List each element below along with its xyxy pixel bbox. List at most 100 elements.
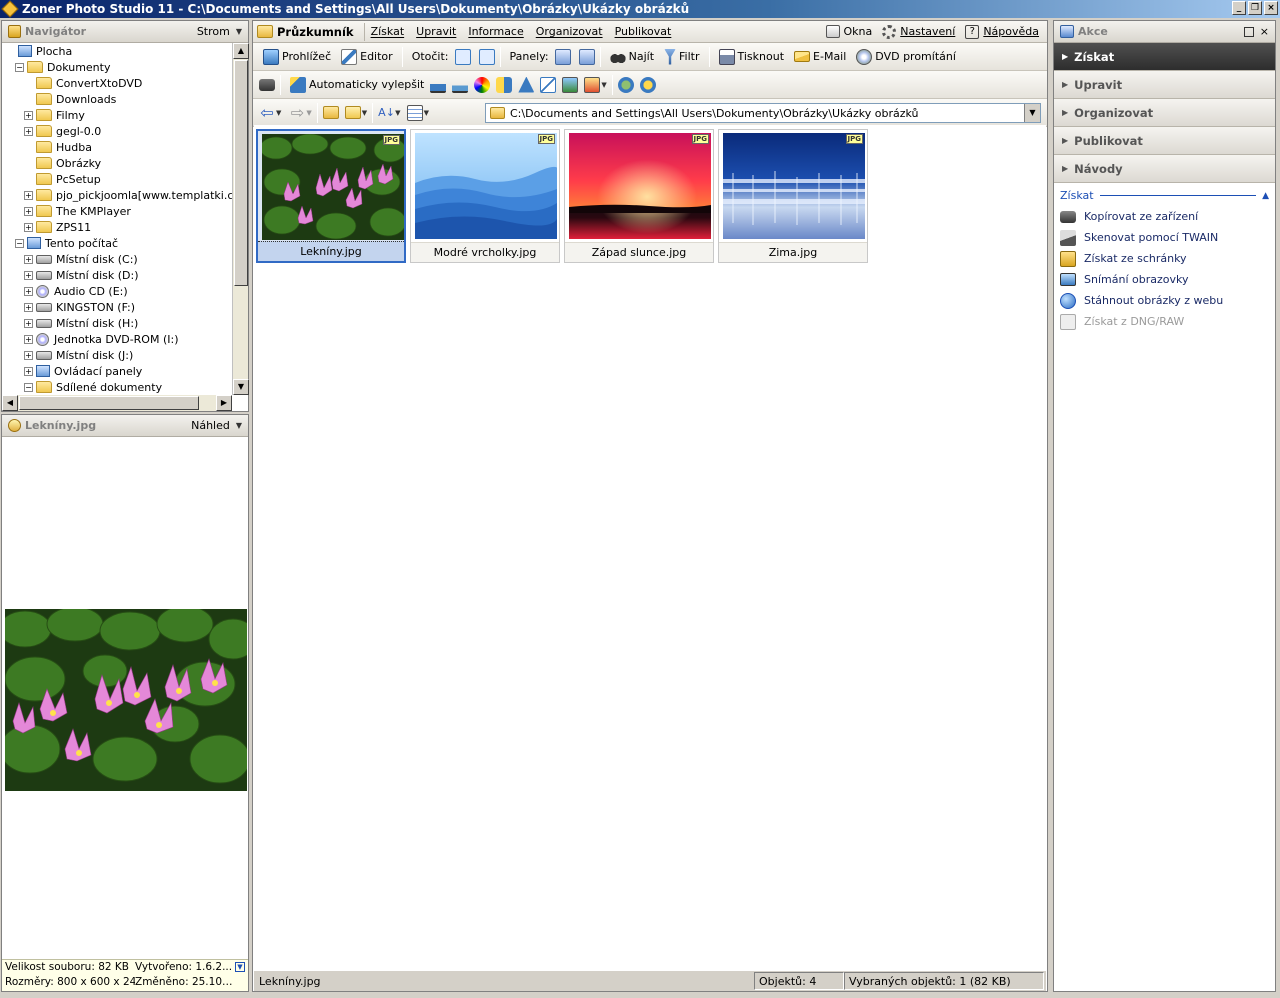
collapse-icon[interactable]: − — [15, 62, 24, 72]
collapse-icon[interactable]: − — [24, 382, 33, 392]
tree-item[interactable]: PcSetup — [2, 171, 232, 187]
sharpen-icon[interactable] — [518, 76, 535, 93]
thumbnail-browser[interactable]: JPG Lekníny.jpg JPG Modré vrcholky.jpg J… — [254, 125, 1046, 969]
tree-item[interactable]: + Filmy — [2, 107, 232, 123]
menu-organizovat[interactable]: Organizovat — [530, 25, 609, 38]
rotate-right-icon[interactable] — [478, 48, 495, 65]
expand-icon[interactable]: + — [24, 350, 33, 360]
expand-icon[interactable]: + — [24, 334, 33, 344]
auto-enhance-button[interactable]: Automaticky vylepšit — [286, 75, 428, 95]
panel-right-icon[interactable] — [578, 48, 595, 65]
viewer-button[interactable]: Prohlížeč — [259, 47, 335, 67]
publish-icon[interactable] — [639, 76, 656, 93]
collapse-up-icon[interactable]: ▲ — [1262, 191, 1269, 201]
expand-icon[interactable]: + — [24, 366, 33, 376]
scroll-up-button[interactable]: ▲ — [233, 43, 249, 59]
tree-item[interactable]: + Místní disk (D:) — [2, 267, 232, 283]
expand-icon[interactable]: + — [24, 270, 33, 280]
folder-up-icon[interactable] — [322, 106, 339, 119]
chevron-down-icon[interactable]: ▼ — [424, 109, 429, 117]
menu-informace[interactable]: Informace — [462, 25, 529, 38]
action-item[interactable]: Získat ze schránky — [1054, 248, 1275, 269]
tree-item[interactable]: + Místní disk (H:) — [2, 315, 232, 331]
tree-item[interactable]: + gegl-0.0 — [2, 123, 232, 139]
folder-tree[interactable]: Plocha − Dokumenty ConvertXtoDVD Downloads + F… — [2, 43, 232, 395]
scroll-thumb[interactable] — [234, 60, 248, 286]
brightness-icon[interactable] — [496, 76, 513, 93]
menu-publikovat[interactable]: Publikovat — [609, 25, 678, 38]
dvd-slideshow-button[interactable]: DVD promítání — [852, 47, 960, 67]
expand-icon[interactable]: + — [24, 286, 33, 296]
add-to-album-icon[interactable] — [617, 76, 634, 93]
tree-item[interactable]: + KINGSTON (F:) — [2, 299, 232, 315]
resize-icon[interactable] — [540, 76, 557, 93]
tree-item[interactable]: + ZPS11 — [2, 219, 232, 235]
editor-button[interactable]: Editor — [337, 47, 397, 67]
category-upravit[interactable]: ▶ Upravit — [1054, 71, 1275, 99]
thumbnail-item[interactable]: JPG Zima.jpg — [718, 129, 868, 263]
action-item[interactable]: Kopírovat ze zařízení — [1054, 206, 1275, 227]
tree-vertical-scrollbar[interactable]: ▲ ▼ — [232, 43, 249, 395]
tree-item[interactable]: + Místní disk (C:) — [2, 251, 232, 267]
collapse-icon[interactable]: − — [15, 238, 24, 248]
print-button[interactable]: Tisknout — [715, 47, 789, 67]
scroll-down-button[interactable]: ▼ — [233, 379, 249, 395]
info-options-icon[interactable]: ▼ — [235, 962, 245, 972]
tree-item[interactable]: − Dokumenty — [2, 59, 232, 75]
tree-item[interactable]: + Audio CD (E:) — [2, 283, 232, 299]
navigator-mode-dropdown[interactable]: Strom ▼ — [197, 25, 242, 38]
rotate-left-icon[interactable] — [454, 48, 471, 65]
find-button[interactable]: Najít — [606, 47, 658, 67]
thumbnail-item[interactable]: JPG Modré vrcholky.jpg — [410, 129, 560, 263]
menu-ziskat[interactable]: Získat — [365, 25, 411, 38]
scroll-right-button[interactable]: ▶ — [216, 395, 232, 411]
sort-icon[interactable]: A↓ — [378, 105, 395, 121]
expand-icon[interactable]: + — [24, 254, 33, 264]
panel-float-icon[interactable] — [1243, 26, 1254, 37]
tree-item[interactable]: Plocha — [2, 43, 232, 59]
tree-item[interactable]: + Jednotka DVD-ROM (I:) — [2, 331, 232, 347]
scroll-thumb-horizontal[interactable] — [19, 396, 199, 410]
tree-item[interactable]: + pjo_pickjoomla[www.templatki.com — [2, 187, 232, 203]
action-item[interactable]: Snímání obrazovky — [1054, 269, 1275, 290]
color-rainbow-icon[interactable] — [474, 76, 491, 93]
restore-button[interactable]: ❐ — [1248, 1, 1262, 15]
scroll-left-button[interactable]: ◀ — [2, 395, 18, 411]
category-navody[interactable]: ▶ Návody — [1054, 155, 1275, 183]
menu-nastaveni[interactable]: Nastavení — [882, 24, 955, 39]
close-button[interactable]: × — [1264, 1, 1278, 15]
window-titlebar[interactable]: Zoner Photo Studio 11 - C:\Documents and… — [0, 0, 1280, 18]
chevron-down-icon[interactable]: ▼ — [362, 109, 367, 117]
category-ziskat[interactable]: ▶ Získat — [1054, 43, 1275, 71]
photo-frame-icon[interactable] — [562, 76, 579, 93]
expand-icon[interactable]: + — [24, 126, 33, 136]
email-button[interactable]: E-Mail — [790, 48, 850, 65]
tree-item[interactable]: + The KMPlayer — [2, 203, 232, 219]
tree-item[interactable]: + Místní disk (J:) — [2, 347, 232, 363]
panel-close-icon[interactable]: × — [1260, 25, 1269, 38]
tree-item[interactable]: + Ovládací panely — [2, 363, 232, 379]
forward-arrow-icon[interactable]: ⇨ — [289, 104, 305, 121]
expand-icon[interactable]: + — [24, 318, 33, 328]
expand-icon[interactable]: + — [24, 110, 33, 120]
minimize-button[interactable]: _ — [1232, 1, 1246, 15]
tree-item[interactable]: Hudba — [2, 139, 232, 155]
action-item[interactable]: Stáhnout obrázky z webu — [1054, 290, 1275, 311]
view-mode-icon[interactable] — [406, 104, 423, 121]
section-header-ziskat[interactable]: Získat ▲ — [1054, 183, 1275, 206]
menu-okna[interactable]: Okna — [825, 25, 872, 38]
tree-item[interactable]: − Tento počítač — [2, 235, 232, 251]
expand-icon[interactable]: + — [24, 206, 33, 216]
expand-icon[interactable]: + — [24, 222, 33, 232]
tree-item[interactable]: Downloads — [2, 91, 232, 107]
menu-upravit[interactable]: Upravit — [410, 25, 462, 38]
explorer-module-tab[interactable]: Průzkumník — [255, 22, 365, 41]
expand-icon[interactable]: + — [24, 190, 33, 200]
chevron-down-icon[interactable]: ▼ — [601, 81, 606, 89]
favorites-folder-icon[interactable] — [344, 106, 361, 119]
levels-icon[interactable] — [430, 76, 447, 93]
preview-mode-dropdown[interactable]: Náhled ▼ — [191, 419, 242, 432]
tree-item[interactable]: − Sdílené dokumenty — [2, 379, 232, 395]
chevron-down-icon[interactable]: ▼ — [306, 109, 311, 117]
thumbnail-item[interactable]: JPG Lekníny.jpg — [256, 129, 406, 263]
